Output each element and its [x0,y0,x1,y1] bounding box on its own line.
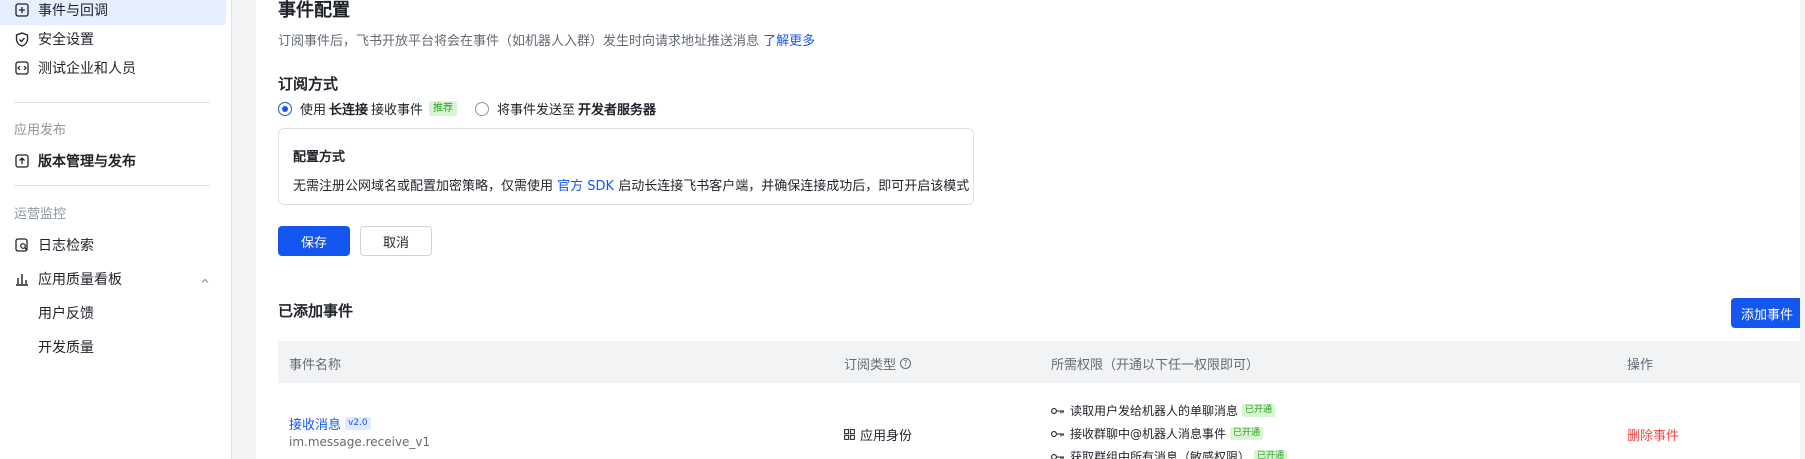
code-icon [14,60,30,76]
added-events-title: 已添加事件 [278,302,354,320]
event-id: im.message.receive_v1 [289,435,431,449]
radio-dev-server[interactable] [475,101,489,116]
sidebar-item-label: 日志检索 [38,238,94,254]
config-text: 无需注册公网域名或配置加密策略，仅需使用 [293,179,554,194]
option-text: 接收事件 [371,103,424,118]
sidebar-item-label: 测试企业和人员 [38,61,136,77]
permission-item: 获取群组中所有消息（敏感权限） 已开通 [1051,448,1288,459]
option-bold: 长连接 [329,103,369,118]
subscription-type: 应用身份 [844,425,912,444]
chevron-up-icon[interactable] [200,274,210,284]
column-header-sub-type: 订阅类型 ? [844,354,912,373]
permission-status-badge: 已开通 [1230,427,1264,440]
sidebar: 事件与回调 安全设置 测试企业和人员 应用发布 版本管理与发布 运营监控 日志检… [0,0,232,459]
help-icon[interactable]: ? [900,358,912,369]
bar-chart-icon [14,271,30,287]
scrollbar[interactable] [1800,0,1805,459]
cancel-button[interactable]: 取消 [360,226,432,256]
sidebar-item-label: 用户反馈 [38,306,94,322]
sidebar-item-events[interactable]: 事件与回调 [0,0,226,25]
permission-item: 读取用户发给机器人的单聊消息 已开通 [1051,402,1276,419]
permission-item: 接收群聊中@机器人消息事件 已开通 [1051,425,1264,442]
permission-label: 获取群组中所有消息（敏感权限） [1070,450,1251,459]
permission-label: 接收群聊中@机器人消息事件 [1070,427,1227,441]
sidebar-item-version-release[interactable]: 版本管理与发布 [0,146,226,176]
key-icon [1051,430,1065,438]
upload-icon [14,153,30,169]
permission-status-badge: 已开通 [1242,404,1276,417]
key-icon [1051,407,1065,415]
sidebar-divider [14,102,210,103]
sidebar-group-release: 应用发布 [14,123,67,138]
sidebar-item-quality-board[interactable]: 应用质量看板 [0,264,226,294]
column-header: 所需权限（开通以下任一权限即可） [1051,358,1260,373]
event-name[interactable]: 接收消息 v2.0 [289,414,371,433]
official-sdk-link[interactable]: 官方 SDK [557,179,614,194]
save-button[interactable]: 保存 [278,226,350,256]
key-icon [1051,453,1065,459]
permission-status-badge: 已开通 [1254,450,1288,459]
column-header: 事件名称 [289,358,342,373]
option-bold: 开发者服务器 [578,103,657,118]
subscribe-method-title: 订阅方式 [278,75,339,93]
permission-label: 读取用户发给机器人的单聊消息 [1070,404,1239,418]
sidebar-group-ops: 运营监控 [14,207,67,222]
sidebar-item-label: 版本管理与发布 [38,154,136,170]
sidebar-item-label: 应用质量看板 [38,272,122,288]
config-title: 配置方式 [293,150,346,165]
app-root: 事件与回调 安全设置 测试企业和人员 应用发布 版本管理与发布 运营监控 日志检… [0,0,1805,459]
sidebar-item-test-enterprise[interactable]: 测试企业和人员 [0,53,226,83]
grid-icon [844,429,855,440]
description-text: 订阅事件后，飞书开放平台将会在事件（如机器人入群）发生时向请求地址推送消息 [278,34,760,49]
delete-event-link[interactable]: 删除事件 [1627,425,1679,444]
config-description: 无需注册公网域名或配置加密策略，仅需使用 官方 SDK 启动长连接飞书客户端，并… [293,175,969,194]
page-description: 订阅事件后，飞书开放平台将会在事件（如机器人入群）发生时向请求地址推送消息 了解… [278,30,815,49]
column-header: 操作 [1627,358,1654,373]
config-box: 配置方式 无需注册公网域名或配置加密策略，仅需使用 官方 SDK 启动长连接飞书… [278,128,974,205]
sidebar-item-label: 开发质量 [38,340,94,356]
main-panel: 事件配置 订阅事件后，飞书开放平台将会在事件（如机器人入群）发生时向请求地址推送… [256,0,1805,459]
learn-more-link[interactable]: 了解更多 [763,34,815,49]
sidebar-item-log-search[interactable]: 日志检索 [0,230,226,260]
table-row: 接收消息 v2.0 im.message.receive_v1 应用身份 读取用… [278,383,1803,459]
event-name-label[interactable]: 接收消息 [289,414,341,433]
sidebar-item-user-feedback[interactable]: 用户反馈 [0,298,226,328]
sidebar-divider [14,185,210,186]
sidebar-item-label: 安全设置 [38,32,94,48]
sidebar-item-dev-quality[interactable]: 开发质量 [0,332,226,362]
option-text: 将事件发送至 [497,103,576,118]
option-dev-server[interactable]: 将事件发送至 开发者服务器 [475,99,656,118]
add-event-button[interactable]: 添加事件 [1731,298,1803,328]
sidebar-item-label: 事件与回调 [38,3,108,19]
version-badge: v2.0 [345,417,371,430]
config-text: 启动长连接飞书客户端，并确保连接成功后，即可开启该模式 [618,179,970,194]
shield-icon [14,31,30,47]
recommended-badge: 推荐 [429,101,458,116]
column-header-label: 订阅类型 [844,358,897,373]
log-search-icon [14,237,30,253]
subscription-type-label: 应用身份 [860,429,913,444]
radio-long-connection[interactable] [278,101,292,116]
page-title: 事件配置 [278,0,350,21]
events-table-header: 事件名称 订阅类型 ? 所需权限（开通以下任一权限即可） 操作 [278,341,1803,383]
option-text: 使用 [300,103,327,118]
option-long-connection[interactable]: 使用 长连接 接收事件 推荐 [278,99,458,118]
sidebar-item-security[interactable]: 安全设置 [0,24,226,54]
event-icon [14,2,30,18]
